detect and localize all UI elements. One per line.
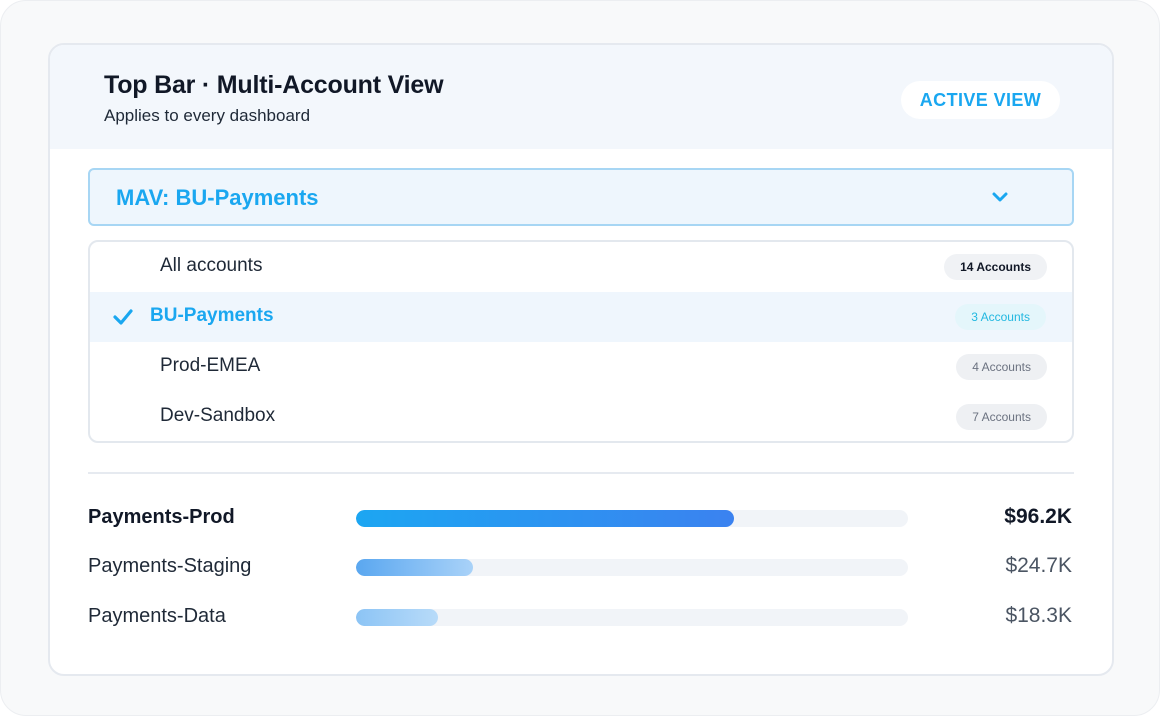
option-label: Prod-EMEA: [160, 355, 261, 376]
option-label: BU-Payments: [150, 305, 274, 326]
page-subtitle: Applies to every dashboard: [104, 106, 311, 125]
option-bu-payments[interactable]: BU-Payments 3 Accounts: [90, 292, 1072, 342]
option-all-accounts[interactable]: All accounts 14 Accounts: [90, 242, 1072, 292]
cost-value: $24.7K: [1005, 554, 1072, 577]
account-count-badge: 3 Accounts: [955, 304, 1046, 330]
option-label: All accounts: [160, 255, 263, 276]
account-view-dropdown: All accounts 14 Accounts BU-Payments 3 A…: [88, 240, 1074, 443]
page-title: Top Bar · Multi-Account View: [104, 71, 444, 99]
cost-bar-fill: [356, 559, 474, 576]
cost-value: $96.2K: [1004, 505, 1072, 528]
cost-row-payments-prod: Payments-Prod $96.2K: [50, 500, 1112, 536]
cost-row-payments-data: Payments-Data $18.3K: [50, 599, 1112, 635]
check-icon: [113, 309, 133, 325]
cost-bar-fill: [356, 609, 439, 626]
account-name: Payments-Data: [88, 605, 226, 627]
app-frame: Top Bar · Multi-Account View Applies to …: [0, 0, 1160, 716]
account-view-selector[interactable]: MAV: BU-Payments: [88, 168, 1074, 226]
multi-account-card: Top Bar · Multi-Account View Applies to …: [48, 43, 1114, 676]
option-label: Dev-Sandbox: [160, 405, 276, 426]
option-dev-sandbox[interactable]: Dev-Sandbox 7 Accounts: [90, 392, 1072, 441]
active-view-badge: ACTIVE VIEW: [901, 81, 1060, 119]
option-prod-emea[interactable]: Prod-EMEA 4 Accounts: [90, 342, 1072, 392]
chevron-down-icon: [992, 192, 1008, 202]
account-count-badge: 7 Accounts: [956, 404, 1047, 430]
selector-label: MAV: BU-Payments: [116, 185, 319, 210]
card-header: Top Bar · Multi-Account View Applies to …: [50, 45, 1112, 149]
cost-bar-track: [356, 609, 908, 626]
account-name: Payments-Staging: [88, 555, 252, 577]
cost-bar-track: [356, 510, 908, 527]
section-divider: [88, 472, 1074, 474]
cost-value: $18.3K: [1005, 604, 1072, 627]
account-count-badge: 14 Accounts: [944, 254, 1047, 280]
account-name: Payments-Prod: [88, 506, 235, 528]
account-count-badge: 4 Accounts: [956, 354, 1047, 380]
cost-row-payments-staging: Payments-Staging $24.7K: [50, 549, 1112, 585]
cost-bar-fill: [356, 510, 735, 527]
cost-bar-track: [356, 559, 908, 576]
